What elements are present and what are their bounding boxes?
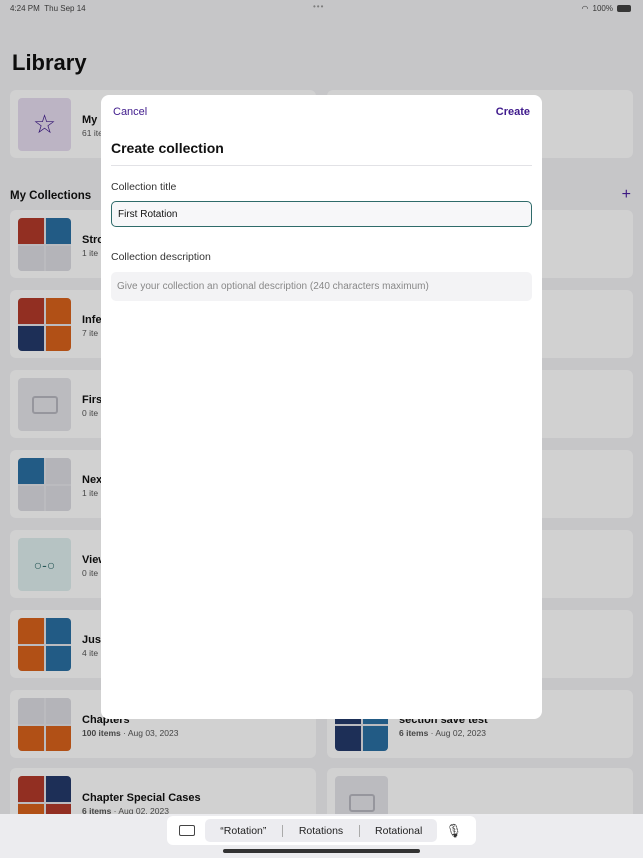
microphone-icon[interactable]: 🎙 xyxy=(445,823,462,839)
suggestion-item[interactable]: Rotations xyxy=(283,825,360,837)
create-button[interactable]: Create xyxy=(496,106,530,118)
shortcut-bar: “Rotation” Rotations Rotational 🎙 xyxy=(167,816,476,845)
collection-title-label: Collection title xyxy=(111,181,177,193)
create-collection-modal: Cancel Create Create collection Collecti… xyxy=(101,95,542,719)
collection-description-label: Collection description xyxy=(111,251,211,263)
collection-description-input[interactable]: Give your collection an optional descrip… xyxy=(111,272,532,301)
modal-title: Create collection xyxy=(111,140,224,156)
cancel-button[interactable]: Cancel xyxy=(113,106,147,118)
home-indicator[interactable] xyxy=(223,849,420,853)
suggestion-item[interactable]: Rotational xyxy=(360,825,437,837)
collection-title-input[interactable]: First Rotation xyxy=(111,201,532,227)
keyboard-icon[interactable] xyxy=(179,825,195,836)
predictive-suggestions: “Rotation” Rotations Rotational xyxy=(205,819,437,842)
suggestion-item[interactable]: “Rotation” xyxy=(205,825,282,837)
divider xyxy=(111,165,532,166)
